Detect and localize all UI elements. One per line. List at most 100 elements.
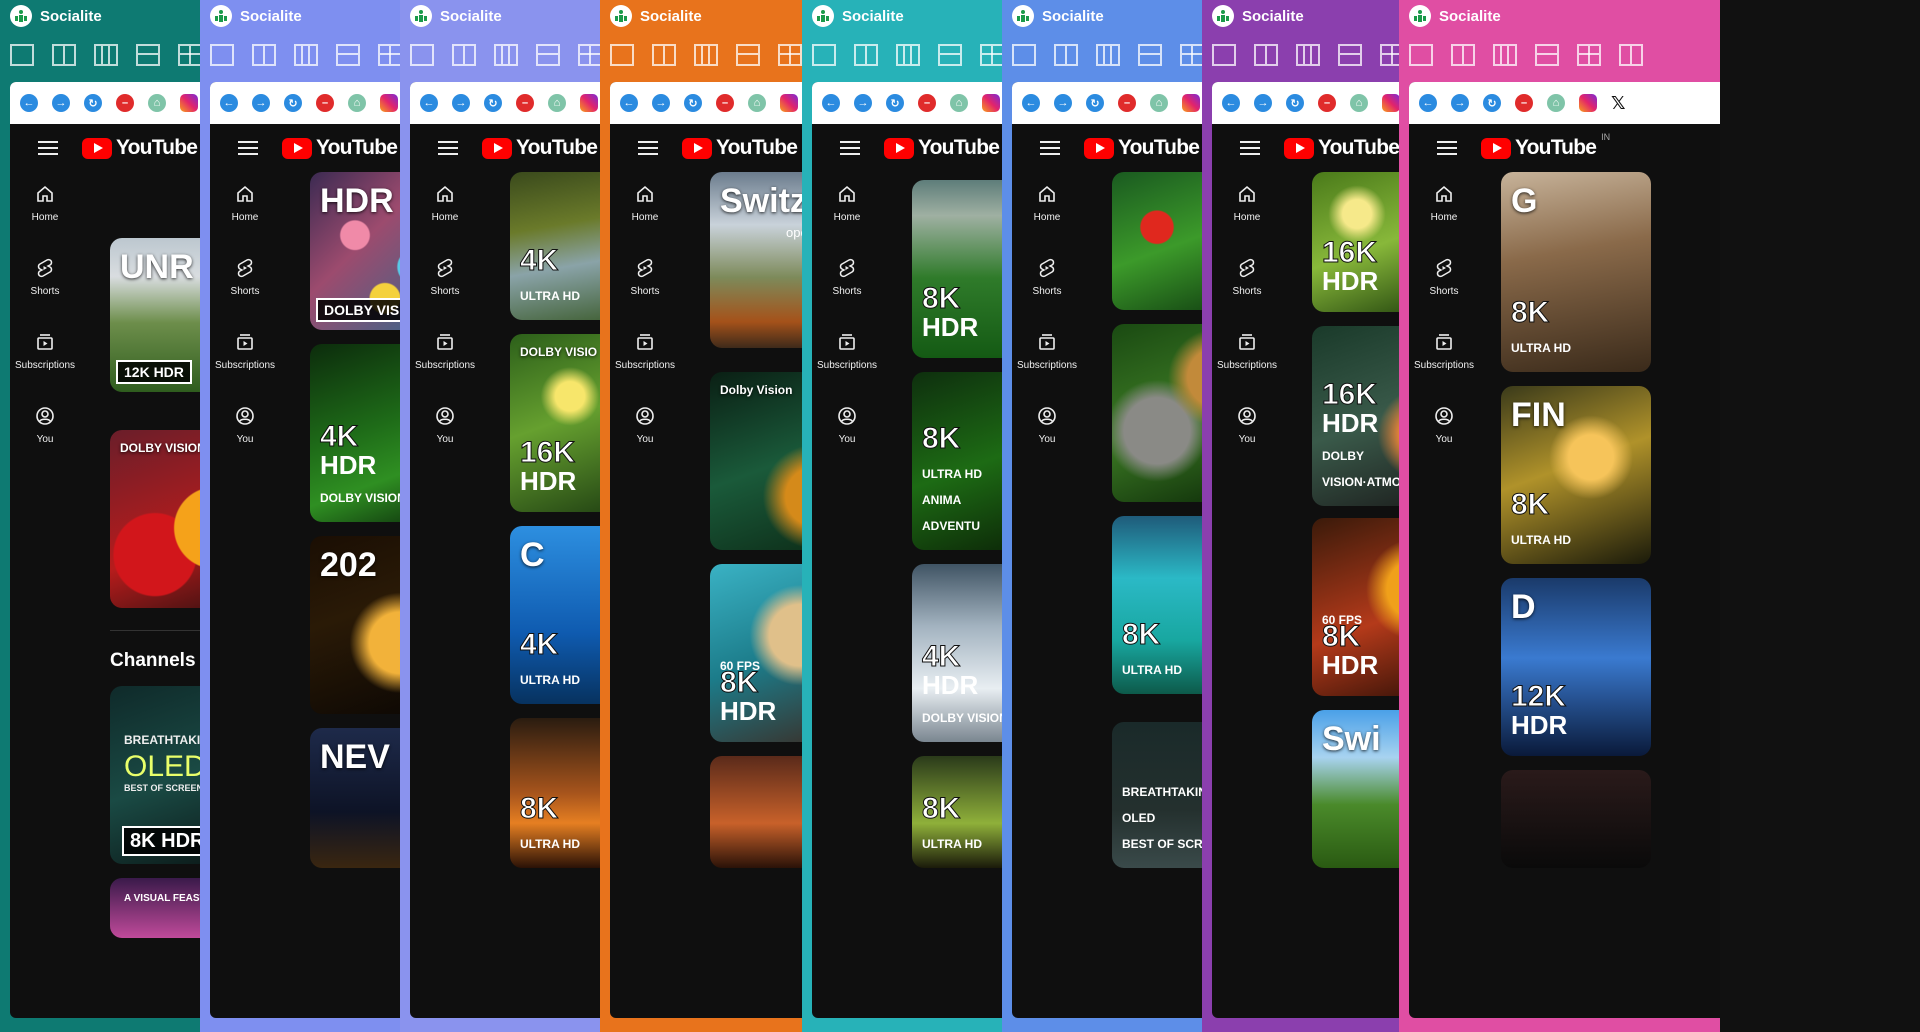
refresh-icon[interactable]: ↻ [284, 94, 302, 112]
youtube-logo[interactable]: YouTube IN [282, 136, 398, 160]
sidebar-item-shorts[interactable]: Shorts [1012, 246, 1082, 320]
sidebar-item-shorts[interactable]: Shorts [210, 246, 280, 320]
video-thumbnail[interactable]: A VISUAL FEAST OF OLED [110, 878, 200, 938]
video-thumbnail[interactable]: 8K HDR [912, 180, 1002, 358]
two-row-layout-icon[interactable] [1338, 44, 1362, 66]
two-column-layout-icon[interactable] [1451, 44, 1475, 66]
forward-icon[interactable]: → [1254, 94, 1272, 112]
video-thumbnail[interactable]: Swi [1312, 710, 1399, 868]
youtube-logo[interactable]: YouTube IN [82, 136, 198, 160]
home-icon[interactable]: ⌂ [148, 94, 166, 112]
home-icon[interactable]: ⌂ [748, 94, 766, 112]
stop-icon[interactable]: – [1118, 94, 1136, 112]
youtube-logo[interactable]: YouTube IN [482, 136, 598, 160]
menu-icon[interactable] [1240, 141, 1260, 155]
forward-icon[interactable]: → [52, 94, 70, 112]
youtube-logo[interactable]: YouTube IN [1084, 136, 1200, 160]
video-thumbnail[interactable]: 8K ULTRA HD [1112, 516, 1202, 694]
sidebar-item-subscriptions[interactable]: Subscriptions [610, 320, 680, 394]
video-thumbnail[interactable]: 4K ULTRA HD [510, 172, 600, 320]
youtube-logo[interactable]: YouTube IN [682, 136, 798, 160]
sidebar-item-subscriptions[interactable]: Subscriptions [10, 320, 80, 394]
two-column-layout-icon[interactable] [252, 44, 276, 66]
instagram-icon[interactable] [180, 94, 198, 112]
two-row-layout-icon[interactable] [1138, 44, 1162, 66]
video-thumbnail[interactable]: 4K ULTRA HD C [510, 526, 600, 704]
single-layout-icon[interactable] [1212, 44, 1236, 66]
three-column-layout-icon[interactable] [896, 44, 920, 66]
home-icon[interactable]: ⌂ [548, 94, 566, 112]
three-column-layout-icon[interactable] [1493, 44, 1517, 66]
sidebar-item-subscriptions[interactable]: Subscriptions [210, 320, 280, 394]
two-row-layout-icon[interactable] [536, 44, 560, 66]
two-row-layout-icon[interactable] [736, 44, 760, 66]
sidebar-item-shorts[interactable]: Shorts [610, 246, 680, 320]
home-icon[interactable]: ⌂ [950, 94, 968, 112]
grid-layout-icon[interactable] [178, 44, 200, 66]
video-thumbnail[interactable]: NEV [310, 728, 400, 868]
two-row-layout-icon[interactable] [1535, 44, 1559, 66]
video-thumbnail[interactable]: 16K HDR [1312, 172, 1399, 312]
single-layout-icon[interactable] [1409, 44, 1433, 66]
refresh-icon[interactable]: ↻ [484, 94, 502, 112]
menu-icon[interactable] [1040, 141, 1060, 155]
sidebar-item-subscriptions[interactable]: Subscriptions [1212, 320, 1282, 394]
x-icon[interactable]: 𝕏 [1611, 93, 1626, 114]
home-icon[interactable]: ⌂ [1150, 94, 1168, 112]
sidebar-item-home[interactable]: Home [1012, 172, 1082, 246]
home-icon[interactable]: ⌂ [348, 94, 366, 112]
back-icon[interactable]: ← [20, 94, 38, 112]
back-icon[interactable]: ← [420, 94, 438, 112]
sidebar-item-you[interactable]: You [410, 394, 480, 468]
two-row-layout-icon[interactable] [938, 44, 962, 66]
forward-icon[interactable]: → [854, 94, 872, 112]
video-thumbnail[interactable]: 202 [310, 536, 400, 714]
sidebar-item-you[interactable]: You [812, 394, 882, 468]
back-icon[interactable]: ← [220, 94, 238, 112]
sidebar-item-you[interactable]: You [210, 394, 280, 468]
refresh-icon[interactable]: ↻ [684, 94, 702, 112]
grid-layout-icon[interactable] [1380, 44, 1399, 66]
video-thumbnail[interactable]: 12K HDR D [1501, 578, 1651, 756]
two-column-layout-icon[interactable] [1254, 44, 1278, 66]
grid-layout-icon[interactable] [1577, 44, 1601, 66]
grid-layout-icon[interactable] [980, 44, 1002, 66]
grid-layout-icon[interactable] [378, 44, 400, 66]
menu-icon[interactable] [438, 141, 458, 155]
sidebar-item-home[interactable]: Home [410, 172, 480, 246]
home-icon[interactable]: ⌂ [1547, 94, 1565, 112]
instagram-icon[interactable] [982, 94, 1000, 112]
youtube-logo[interactable]: YouTube IN [1481, 132, 1610, 160]
video-thumbnail[interactable]: 4K HDR DOLBY VISION [912, 564, 1002, 742]
single-layout-icon[interactable] [1012, 44, 1036, 66]
instagram-icon[interactable] [1579, 94, 1597, 112]
instagram-icon[interactable] [1382, 94, 1399, 112]
grid-layout-icon[interactable] [778, 44, 802, 66]
menu-icon[interactable] [238, 141, 258, 155]
sidebar-item-you[interactable]: You [1409, 394, 1479, 468]
forward-icon[interactable]: → [452, 94, 470, 112]
refresh-icon[interactable]: ↻ [886, 94, 904, 112]
video-thumbnail[interactable]: 8K ULTRA HD ANIMA ADVENTU [912, 372, 1002, 550]
video-thumbnail[interactable]: 60 FPS 8K HDR [1312, 518, 1399, 696]
sidebar-item-you[interactable]: You [1012, 394, 1082, 468]
three-column-layout-icon[interactable] [494, 44, 518, 66]
back-icon[interactable]: ← [1022, 94, 1040, 112]
instagram-icon[interactable] [380, 94, 398, 112]
sidebar-item-you[interactable]: You [610, 394, 680, 468]
sidebar-item-home[interactable]: Home [812, 172, 882, 246]
video-thumbnail[interactable] [710, 756, 802, 868]
forward-icon[interactable]: → [252, 94, 270, 112]
menu-icon[interactable] [638, 141, 658, 155]
video-thumbnail[interactable]: BREATHTAKING OLED BEST OF SCREEN TEST [1112, 722, 1202, 868]
sidebar-item-subscriptions[interactable]: Subscriptions [812, 320, 882, 394]
video-thumbnail[interactable]: Dolby Vision [710, 372, 802, 550]
video-thumbnail[interactable]: 4K HDR DOLBY VISION [310, 344, 400, 522]
video-thumbnail[interactable]: 8K ULTRA HD [912, 756, 1002, 868]
sidebar-item-shorts[interactable]: Shorts [10, 246, 80, 320]
stop-icon[interactable]: – [918, 94, 936, 112]
menu-icon[interactable] [840, 141, 860, 155]
video-thumbnail[interactable]: 16K HDR DOLBY VISIO [510, 334, 600, 512]
sidebar-item-home[interactable]: Home [10, 172, 80, 246]
sidebar-item-home[interactable]: Home [1409, 172, 1479, 246]
